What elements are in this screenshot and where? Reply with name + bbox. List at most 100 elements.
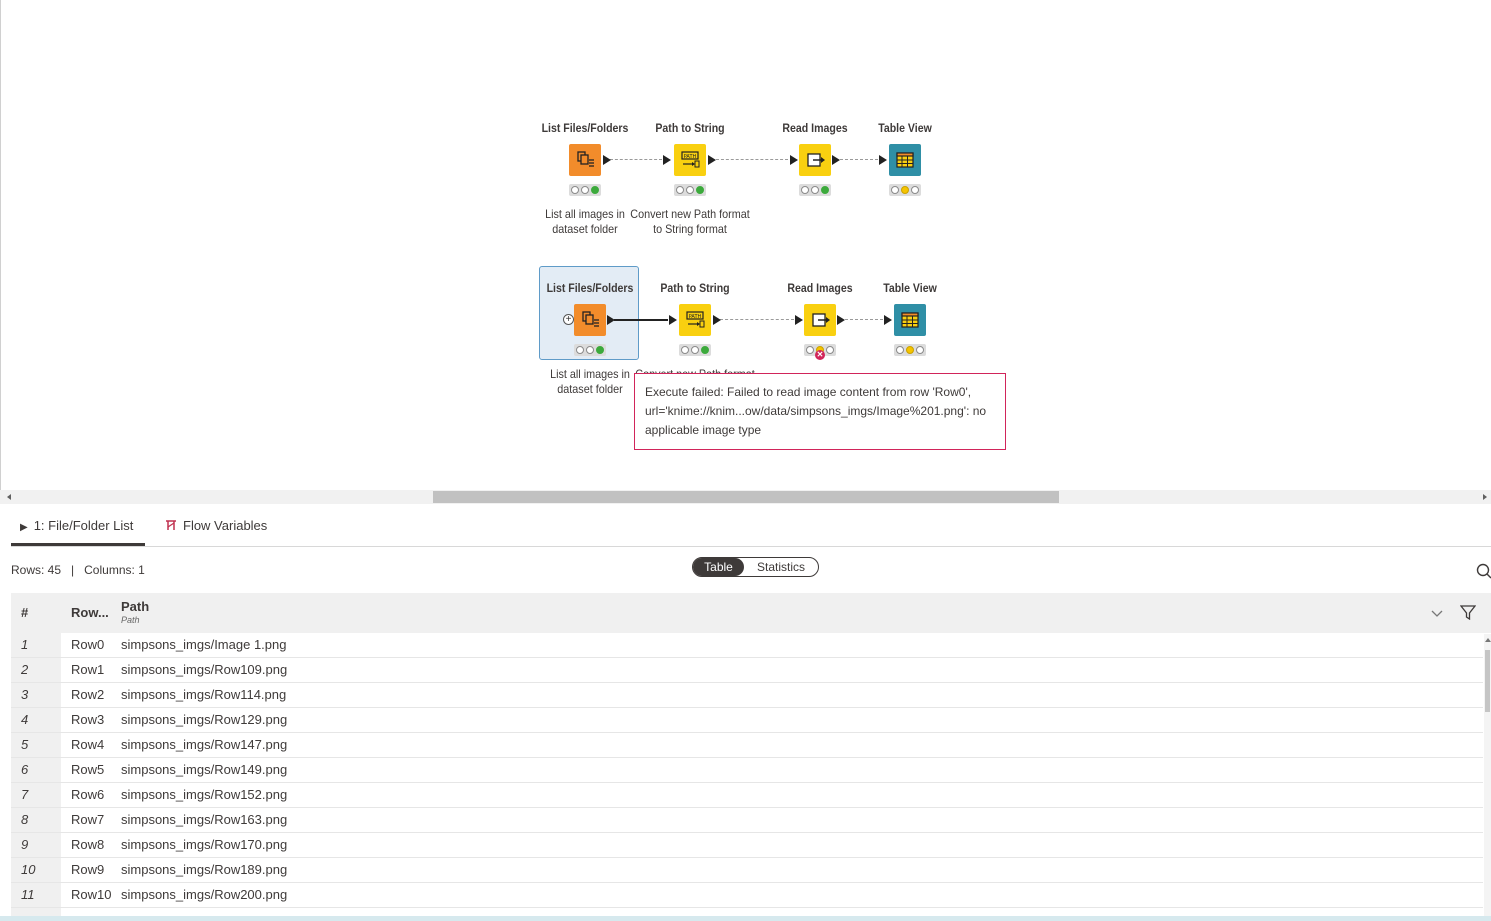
vertical-scrollbar-thumb[interactable] xyxy=(1485,650,1490,712)
flow-variable-port-icon[interactable]: + xyxy=(563,314,574,325)
path-cell[interactable]: simpsons_imgs/Row149.png xyxy=(121,758,287,782)
node-status-lights xyxy=(574,344,606,356)
output-port-icon[interactable] xyxy=(832,155,840,165)
output-port-icon[interactable] xyxy=(713,315,721,325)
path-to-string-node-icon[interactable]: PATH xyxy=(679,304,711,336)
path-cell[interactable]: simpsons_imgs/Row109.png xyxy=(121,658,287,682)
status-light-icon xyxy=(801,186,809,194)
path-cell[interactable]: simpsons_imgs/Row152.png xyxy=(121,783,287,807)
path-cell[interactable]: simpsons_imgs/Row129.png xyxy=(121,708,287,732)
status-light-icon xyxy=(821,186,829,194)
input-port-icon[interactable] xyxy=(795,315,803,325)
input-port-icon[interactable] xyxy=(879,155,887,165)
table-row[interactable]: 8 Row7 simpsons_imgs/Row163.png xyxy=(11,808,1483,833)
status-light-icon xyxy=(701,346,709,354)
table-view-node-icon[interactable] xyxy=(889,144,921,176)
error-tooltip-line: Execute failed: Failed to read image con… xyxy=(645,385,972,399)
horizontal-scrollbar-thumb[interactable] xyxy=(433,491,1059,503)
table-row[interactable]: 7 Row6 simpsons_imgs/Row152.png xyxy=(11,783,1483,808)
path-to-string-node-icon[interactable]: PATH xyxy=(674,144,706,176)
row-id: Row10 xyxy=(71,887,112,902)
active-tab-indicator xyxy=(11,543,145,546)
row-id: Row6 xyxy=(71,787,105,802)
scroll-up-icon[interactable] xyxy=(1485,638,1491,642)
connection xyxy=(845,319,883,320)
read-images-node-icon[interactable] xyxy=(799,144,831,176)
table-view-button[interactable]: Table xyxy=(693,558,744,576)
table-row[interactable]: 2 Row1 simpsons_imgs/Row109.png xyxy=(11,658,1483,683)
tab-flow-variables[interactable]: Flow Variables xyxy=(165,506,267,545)
row-index xyxy=(11,908,61,916)
input-port-icon[interactable] xyxy=(790,155,798,165)
read-images-node-icon[interactable] xyxy=(804,304,836,336)
port-tabs: ▶ 1: File/Folder List Flow Variables xyxy=(11,506,1491,547)
row-index: 4 xyxy=(11,708,61,732)
statistics-view-button[interactable]: Statistics xyxy=(748,558,814,576)
path-cell[interactable]: simpsons_imgs/Image 1.png xyxy=(121,633,286,657)
output-port-icon[interactable] xyxy=(837,315,845,325)
chevron-down-icon[interactable] xyxy=(1431,606,1443,624)
status-light-icon xyxy=(891,186,899,194)
path-cell[interactable]: simpsons_imgs/Row147.png xyxy=(121,733,287,757)
node-title: List Files/Folders xyxy=(541,121,629,135)
row-index: 5 xyxy=(11,733,61,757)
tab-file-folder-list[interactable]: ▶ 1: File/Folder List xyxy=(20,506,133,545)
error-tooltip: Execute failed: Failed to read image con… xyxy=(634,373,1006,450)
output-port-icon[interactable] xyxy=(708,155,716,165)
list-files-node-icon[interactable] xyxy=(574,304,606,336)
table-view-node-icon[interactable] xyxy=(894,304,926,336)
table-row[interactable]: 10 Row9 simpsons_imgs/Row189.png xyxy=(11,858,1483,883)
row-id: Row3 xyxy=(71,712,105,727)
node-status-lights xyxy=(679,344,711,356)
error-icon[interactable]: ✕ xyxy=(815,350,825,360)
connection xyxy=(840,159,878,160)
status-light-icon xyxy=(591,186,599,194)
index-column-header: # xyxy=(21,605,29,620)
input-port-icon[interactable] xyxy=(663,155,671,165)
search-icon[interactable] xyxy=(1475,563,1491,579)
output-port-icon[interactable] xyxy=(607,315,615,325)
row-id: Row4 xyxy=(71,737,105,752)
status-light-icon xyxy=(686,186,694,194)
input-port-icon[interactable] xyxy=(884,315,892,325)
row-index: 1 xyxy=(11,633,61,657)
path-cell[interactable]: simpsons_imgs/Row200.png xyxy=(121,883,287,907)
table-row[interactable]: 9 Row8 simpsons_imgs/Row170.png xyxy=(11,833,1483,858)
table-row[interactable]: 5 Row4 simpsons_imgs/Row147.png xyxy=(11,733,1483,758)
connection xyxy=(610,159,662,160)
table-stats: Rows: 45 | Columns: 1 xyxy=(11,563,145,577)
table-row[interactable]: 6 Row5 simpsons_imgs/Row149.png xyxy=(11,758,1483,783)
input-port-icon[interactable] xyxy=(669,315,677,325)
node-description: List all images in dataset folder xyxy=(550,367,630,397)
row-index: 11 xyxy=(11,883,61,907)
flow-variable-icon xyxy=(165,507,177,530)
scroll-right-icon[interactable] xyxy=(1483,494,1487,500)
list-files-node-icon[interactable] xyxy=(569,144,601,176)
status-light-icon xyxy=(811,186,819,194)
output-port-icon[interactable] xyxy=(603,155,611,165)
table-row[interactable]: 11 Row10 simpsons_imgs/Row200.png xyxy=(11,883,1483,908)
status-light-icon xyxy=(826,346,834,354)
filter-icon[interactable] xyxy=(1459,604,1477,625)
node-title: Read Images xyxy=(782,121,848,135)
path-column-header[interactable]: Path xyxy=(121,599,149,614)
status-light-icon xyxy=(586,346,594,354)
row-id: Row2 xyxy=(71,687,105,702)
status-light-icon xyxy=(916,346,924,354)
row-id: Row5 xyxy=(71,762,105,777)
svg-text:PATH: PATH xyxy=(684,154,697,160)
table-row[interactable]: 3 Row2 simpsons_imgs/Row114.png xyxy=(11,683,1483,708)
row-index: 3 xyxy=(11,683,61,707)
rowid-column-header[interactable]: Row... xyxy=(71,605,109,620)
path-cell[interactable]: simpsons_imgs/Row170.png xyxy=(121,833,287,857)
path-cell[interactable]: simpsons_imgs/Row163.png xyxy=(121,808,287,832)
table-row[interactable]: 4 Row3 simpsons_imgs/Row129.png xyxy=(11,708,1483,733)
scroll-left-icon[interactable] xyxy=(7,494,11,500)
status-light-icon xyxy=(696,186,704,194)
path-cell[interactable]: simpsons_imgs/Row114.png xyxy=(121,683,286,707)
node-description-line: Convert new Path format xyxy=(630,207,750,221)
path-cell[interactable]: simpsons_imgs/Row189.png xyxy=(121,858,287,882)
play-icon: ▶ xyxy=(20,522,28,533)
table-row[interactable]: 1 Row0 simpsons_imgs/Image 1.png xyxy=(11,633,1483,658)
row-index: 9 xyxy=(11,833,61,857)
